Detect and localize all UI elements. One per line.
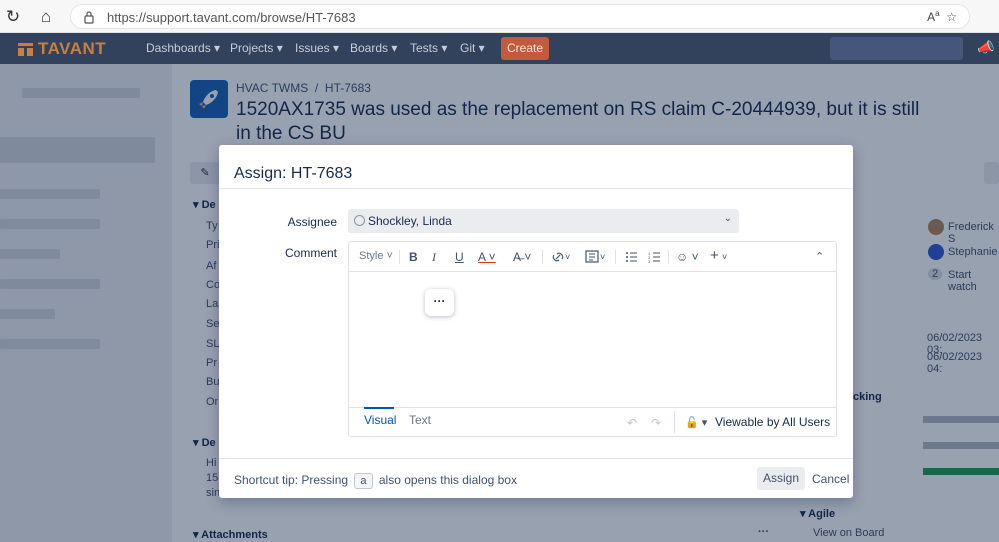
text-color-button[interactable]: A ˅ [478, 250, 496, 264]
nav-tests[interactable]: Tests ▾ [410, 41, 447, 55]
tavant-logo[interactable]: TAVANT [18, 39, 106, 59]
editor-toolbar: Style ˅ B I U A ˅ A̶ ˅ ˅ ˅ 1 2 3 ☺ ˅ + ˅… [349, 242, 836, 272]
address-bar[interactable]: https://support.tavant.com/browse/HT-768… [70, 4, 970, 29]
visibility-label: Viewable by All Users [715, 415, 831, 429]
shortcut-tip: Shortcut tip: Pressing a also opens this… [234, 473, 517, 489]
user-avatar-icon [354, 215, 365, 226]
nav-git[interactable]: Git ▾ [460, 41, 485, 55]
tab-text[interactable]: Text [409, 413, 431, 427]
divider [674, 411, 675, 433]
divider [219, 458, 853, 459]
tab-visual[interactable]: Visual [364, 413, 396, 427]
numbered-list-icon[interactable]: 1 2 3 [648, 251, 660, 263]
reload-icon[interactable]: ↻ [2, 6, 24, 28]
italic-button[interactable]: I [432, 250, 436, 265]
browser-toolbar: ↻ ⌂ https://support.tavant.com/browse/HT… [0, 0, 999, 33]
bold-button[interactable]: B [409, 250, 418, 264]
home-icon[interactable]: ⌂ [35, 6, 57, 28]
comment-label: Comment [284, 246, 337, 260]
emoji-icon[interactable]: ☺ ˅ [676, 250, 699, 264]
create-button[interactable]: Create [501, 37, 549, 60]
insert-plus-icon[interactable]: + [710, 247, 719, 264]
search-input[interactable] [830, 37, 963, 60]
tip-prefix: Shortcut tip: Pressing [234, 473, 349, 487]
chevron-down-icon: ⌄ [723, 213, 732, 224]
assign-button[interactable]: Assign [757, 467, 805, 490]
editor-footer: Visual Text ↶ ↷ 🔓 ▾ Viewable by All User… [349, 407, 836, 436]
assignee-label: Assignee [287, 215, 337, 229]
cancel-button[interactable]: Cancel [812, 472, 849, 486]
visibility-lock-icon[interactable]: 🔓 ▾ [685, 416, 707, 429]
link-icon[interactable] [551, 251, 565, 263]
nav-projects[interactable]: Projects ▾ [230, 41, 283, 55]
tip-suffix: also opens this dialog box [378, 473, 517, 487]
bullet-list-icon[interactable] [625, 251, 637, 263]
assignee-value: Shockley, Linda [368, 214, 452, 228]
lock-icon [84, 11, 94, 24]
nav-issues[interactable]: Issues ▾ [295, 41, 339, 55]
assignee-select[interactable]: Shockley, Linda ⌄ [348, 209, 739, 233]
redo-icon[interactable]: ↷ [651, 416, 661, 430]
insert-chevron-icon[interactable]: ˅ [722, 252, 727, 262]
assign-dialog: Assign: HT-7683 Assignee Shockley, Linda… [219, 145, 853, 498]
nav-boards[interactable]: Boards ▾ [350, 41, 397, 55]
url-text: https://support.tavant.com/browse/HT-768… [107, 10, 356, 25]
style-dropdown[interactable]: Style ˅ [359, 250, 393, 262]
comment-textarea[interactable]: ··· [349, 273, 836, 407]
app-header: TAVANT Dashboards ▾ Projects ▾ Issues ▾ … [0, 33, 999, 64]
link-chevron-icon[interactable]: ˅ [565, 252, 570, 262]
nav-dashboards[interactable]: Dashboards ▾ [146, 41, 220, 55]
shortcut-key: a [354, 473, 373, 489]
image-chevron-icon[interactable]: ˅ [600, 252, 605, 262]
logo-text: TAVANT [38, 39, 107, 58]
undo-icon[interactable]: ↶ [627, 416, 637, 430]
more-formatting-button[interactable]: A̶ ˅ [513, 250, 531, 264]
dialog-title: Assign: HT-7683 [234, 165, 353, 182]
divider [219, 188, 853, 189]
active-tab-indicator [364, 407, 394, 409]
read-aloud-icon[interactable]: Aa ☆ [927, 9, 957, 24]
comment-editor: Style ˅ B I U A ˅ A̶ ˅ ˅ ˅ 1 2 3 ☺ ˅ + ˅… [348, 241, 837, 437]
svg-text:3: 3 [648, 259, 651, 263]
megaphone-icon[interactable]: 📣 [977, 39, 994, 56]
underline-button[interactable]: U [455, 250, 464, 264]
collapse-toolbar-icon[interactable]: ⌃ [815, 250, 824, 263]
more-actions-button[interactable]: ··· [425, 289, 454, 316]
logo-mark-icon [18, 42, 33, 56]
image-icon[interactable] [585, 250, 599, 263]
